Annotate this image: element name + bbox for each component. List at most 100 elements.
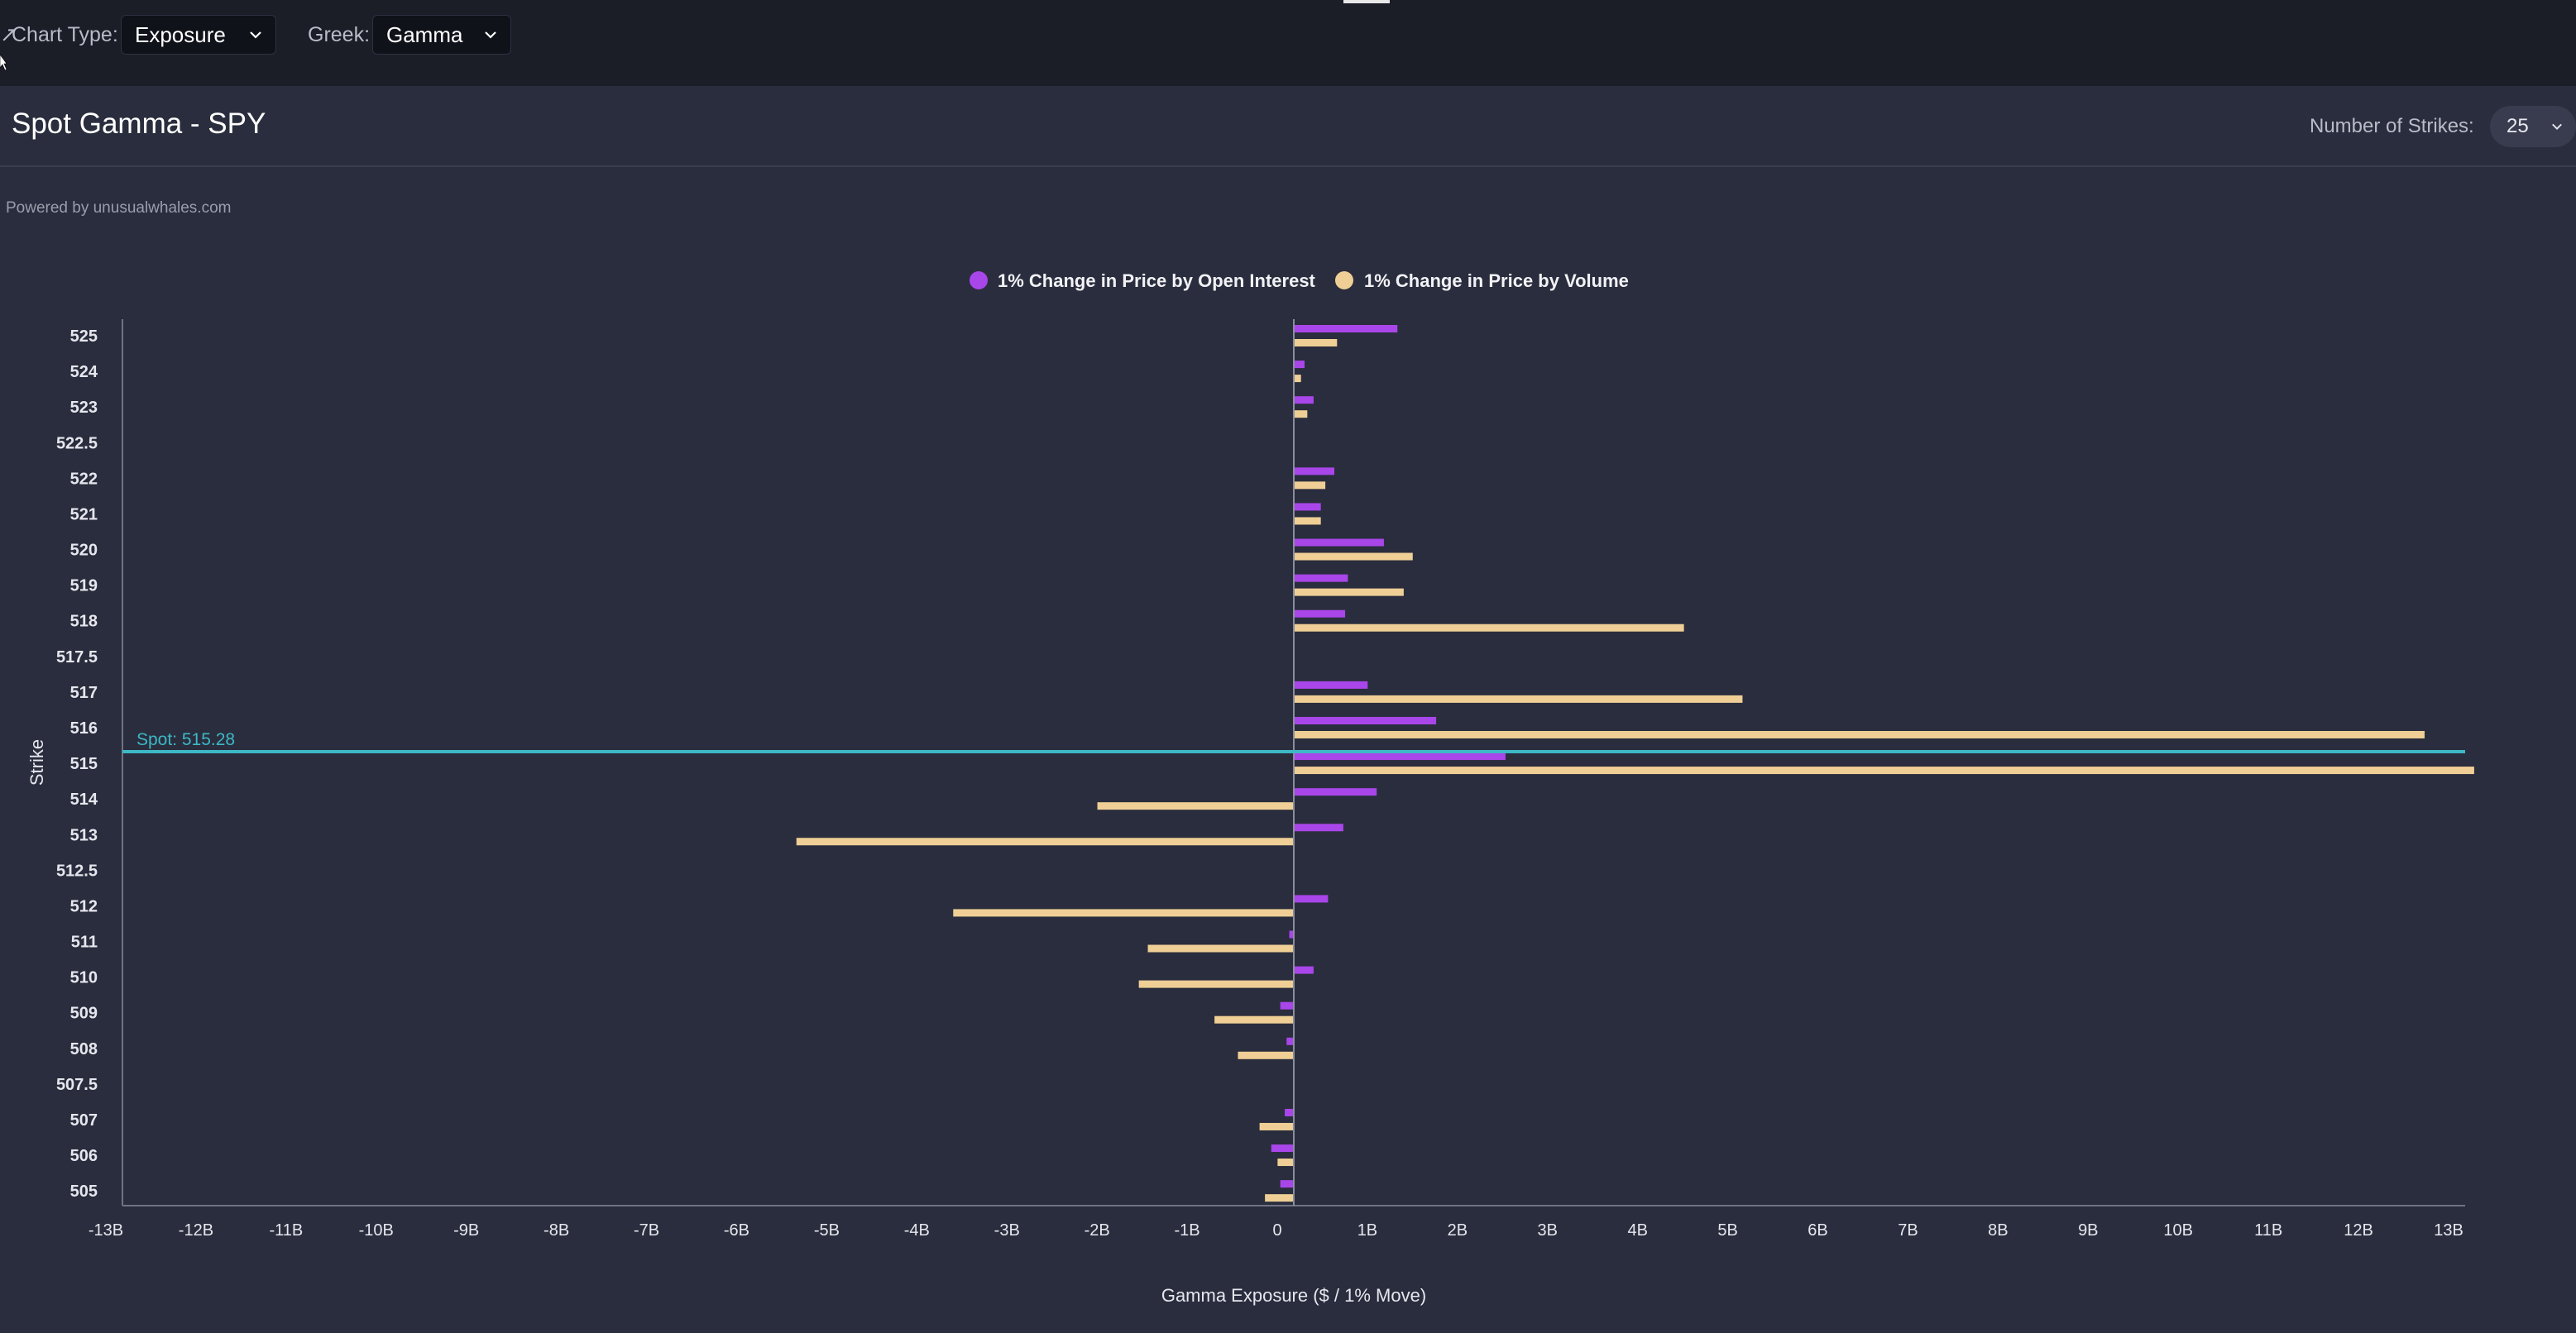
bar-volume-516[interactable] [1294, 730, 2425, 738]
y-tick-label: 512 [70, 897, 98, 915]
bar-open-interest-520[interactable] [1294, 538, 1384, 547]
bar-volume-524[interactable] [1294, 375, 1301, 383]
bar-volume-520[interactable] [1294, 552, 1413, 561]
bar-volume-506[interactable] [1277, 1159, 1294, 1167]
y-tick-label: 516 [70, 719, 98, 738]
x-tick-label: -4B [904, 1221, 930, 1240]
y-tick-label: 508 [70, 1040, 98, 1058]
y-tick-label: 524 [70, 363, 98, 381]
y-tick-label: 514 [70, 791, 98, 809]
y-axis-ticks: 525 524 523 522.5 522 521 520 519 518 517.5 517 516… [56, 327, 98, 1201]
bar-volume-525[interactable] [1294, 339, 1338, 346]
y-tick-label: 521 [70, 505, 98, 523]
bar-volume-511[interactable] [1147, 944, 1294, 953]
x-tick-label: 5B [1717, 1221, 1737, 1240]
x-tick-label: -2B [1085, 1221, 1110, 1240]
y-tick-label: 507 [70, 1111, 98, 1130]
bar-volume-514[interactable] [1097, 802, 1294, 810]
bar-volume-508[interactable] [1238, 1051, 1294, 1059]
y-axis-title: Strike [26, 739, 47, 786]
x-tick-label: 3B [1538, 1221, 1558, 1240]
x-tick-label: -1B [1175, 1221, 1200, 1240]
bar-volume-512[interactable] [953, 909, 1294, 917]
x-tick-label: -6B [724, 1221, 749, 1240]
x-tick-label: 9B [2078, 1221, 2098, 1240]
bar-open-interest-514[interactable] [1294, 788, 1377, 796]
bar-volume-513[interactable] [796, 838, 1294, 846]
bar-volume-517[interactable] [1294, 695, 1743, 703]
y-tick-label: 519 [70, 577, 98, 595]
bar-volume-521[interactable] [1294, 517, 1321, 525]
bar-volume-523[interactable] [1294, 410, 1308, 418]
x-tick-label: -10B [359, 1221, 394, 1240]
bar-volume-507[interactable] [1259, 1122, 1294, 1130]
y-tick-label: 512.5 [56, 862, 98, 880]
x-tick-label: 12B [2344, 1221, 2373, 1240]
x-tick-label: 4B [1627, 1221, 1647, 1240]
bar-open-interest-522[interactable] [1294, 467, 1335, 475]
y-tick-label: 510 [70, 969, 98, 987]
x-tick-label: 2B [1448, 1221, 1468, 1240]
bar-open-interest-507[interactable] [1285, 1108, 1294, 1116]
bar-open-interest-524[interactable] [1294, 361, 1305, 369]
bar-open-interest-510[interactable] [1294, 966, 1314, 974]
legend-marker-volume [1335, 271, 1353, 289]
bar-volume-518[interactable] [1294, 624, 1684, 632]
x-tick-label: -13B [89, 1221, 123, 1240]
legend-label-open-interest[interactable]: 1% Change in Price by Open Interest [998, 270, 1316, 291]
bar-open-interest-519[interactable] [1294, 574, 1348, 582]
bar-open-interest-506[interactable] [1271, 1144, 1294, 1153]
legend-label-volume[interactable]: 1% Change in Price by Volume [1364, 270, 1629, 291]
bar-open-interest-513[interactable] [1294, 824, 1343, 832]
bar-group [796, 325, 2474, 1202]
x-tick-label: 0 [1272, 1221, 1281, 1240]
y-tick-label: 509 [70, 1005, 98, 1023]
bar-open-interest-509[interactable] [1280, 1001, 1294, 1010]
x-tick-label: -9B [453, 1221, 479, 1240]
gamma-exposure-chart: 1% Change in Price by Open Interest 1% C… [26, 270, 2474, 1306]
y-tick-label: 522 [70, 470, 98, 488]
bar-open-interest-525[interactable] [1294, 325, 1398, 332]
y-tick-label: 511 [71, 934, 98, 952]
y-tick-label: 507.5 [56, 1076, 98, 1094]
bar-open-interest-515[interactable] [1294, 752, 1506, 761]
y-tick-label: 506 [70, 1147, 98, 1165]
y-tick-label: 513 [70, 826, 98, 844]
bar-open-interest-517[interactable] [1294, 681, 1368, 689]
legend-marker-open-interest [970, 271, 988, 289]
bar-volume-519[interactable] [1294, 588, 1404, 596]
bar-open-interest-508[interactable] [1286, 1037, 1294, 1045]
bar-open-interest-516[interactable] [1294, 716, 1437, 724]
y-tick-label: 515 [70, 755, 98, 773]
x-tick-label: 10B [2163, 1221, 2193, 1240]
y-tick-label: 522.5 [56, 434, 98, 452]
y-tick-label: 523 [70, 399, 98, 417]
x-tick-label: -11B [269, 1221, 303, 1240]
x-axis-title: Gamma Exposure ($ / 1% Move) [1161, 1285, 1426, 1306]
chart-legend: 1% Change in Price by Open Interest 1% C… [970, 270, 1629, 291]
bar-open-interest-512[interactable] [1294, 895, 1329, 903]
spot-price-label: Spot: 515.28 [136, 730, 235, 749]
x-tick-label: -3B [994, 1221, 1020, 1240]
bar-volume-515[interactable] [1294, 767, 2474, 775]
y-tick-label: 518 [70, 613, 98, 631]
bar-volume-522[interactable] [1294, 481, 1326, 490]
y-tick-label: 517 [70, 684, 98, 702]
x-tick-label: 6B [1808, 1221, 1827, 1240]
bar-volume-510[interactable] [1138, 980, 1294, 988]
y-tick-label: 505 [70, 1182, 98, 1201]
x-tick-label: 1B [1357, 1221, 1377, 1240]
bar-open-interest-521[interactable] [1294, 503, 1321, 511]
x-tick-label: -12B [179, 1221, 213, 1240]
bar-volume-505[interactable] [1265, 1194, 1294, 1202]
x-tick-label: -5B [814, 1221, 840, 1240]
y-tick-label: 517.5 [56, 648, 98, 666]
bar-open-interest-518[interactable] [1294, 609, 1346, 618]
bar-open-interest-523[interactable] [1294, 396, 1314, 404]
bar-volume-509[interactable] [1214, 1015, 1294, 1024]
bar-open-interest-505[interactable] [1280, 1180, 1294, 1188]
x-tick-label: 8B [1988, 1221, 2008, 1240]
y-tick-label: 525 [70, 327, 98, 346]
x-axis-ticks: -13B -12B -11B -10B -9B -8B -7B -6B -5B -4B -3B -2B… [89, 1221, 2463, 1240]
x-tick-label: -8B [543, 1221, 569, 1240]
